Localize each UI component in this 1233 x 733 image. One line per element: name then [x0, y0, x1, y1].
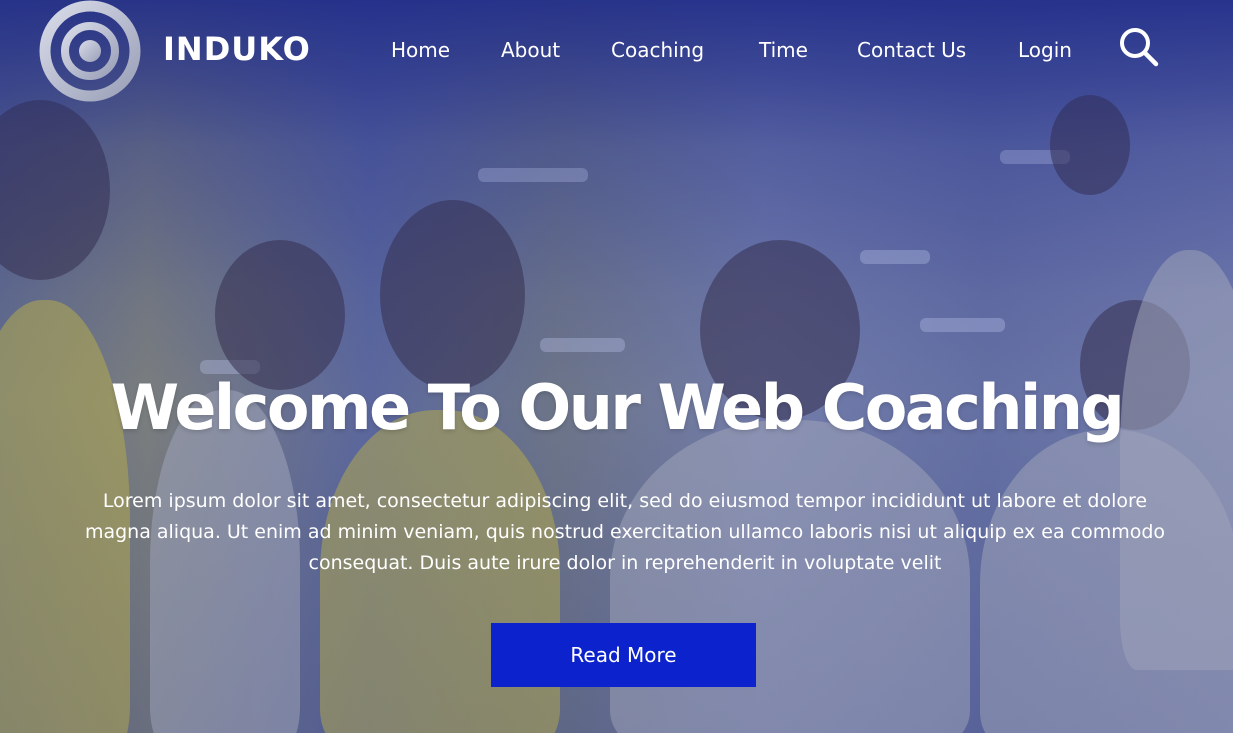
search-icon[interactable] — [1118, 26, 1160, 68]
nav-item-contact-us[interactable]: Contact Us — [857, 38, 966, 62]
hero-description: Lorem ipsum dolor sit amet, consectetur … — [84, 490, 1166, 574]
hero-title: Welcome To Our Web Coaching — [110, 371, 1125, 444]
nav-item-coaching[interactable]: Coaching — [611, 38, 704, 62]
read-more-button[interactable]: Read More — [491, 623, 756, 687]
brand-name[interactable]: INDUKO — [163, 30, 311, 68]
nav-item-time[interactable]: Time — [759, 38, 808, 62]
concentric-rings-icon[interactable] — [39, 0, 141, 102]
nav-item-about[interactable]: About — [501, 38, 560, 62]
nav-item-home[interactable]: Home — [391, 38, 450, 62]
nav-item-login[interactable]: Login — [1018, 38, 1072, 62]
